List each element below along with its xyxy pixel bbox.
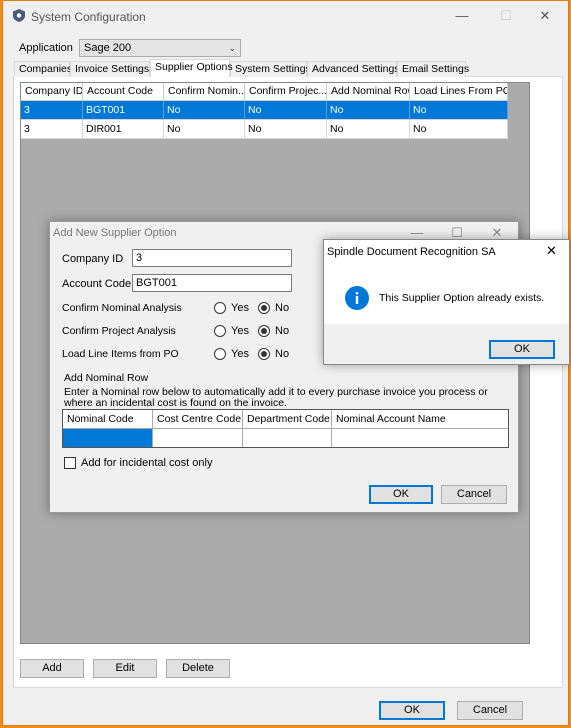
tab-companies[interactable]: Companies xyxy=(14,61,72,77)
table-cell: No xyxy=(410,120,508,139)
dialog-title: Add New Supplier Option xyxy=(53,227,177,239)
company-id-label: Company ID xyxy=(62,253,124,265)
message-title: Spindle Document Recognition SA xyxy=(327,246,496,258)
nominal-code-cell[interactable] xyxy=(63,429,153,447)
application-label: Application xyxy=(19,42,73,54)
minimize-button[interactable]: — xyxy=(440,3,484,29)
message-close-button[interactable]: ✕ xyxy=(546,243,557,259)
table-cell: No xyxy=(245,120,327,139)
account-name-cell[interactable] xyxy=(332,429,508,447)
column-header[interactable]: Company ID xyxy=(21,83,83,101)
info-icon xyxy=(345,286,369,310)
add-button[interactable]: Add xyxy=(20,659,84,678)
table-cell: No xyxy=(327,120,410,139)
window-title: System Configuration xyxy=(31,10,146,24)
department-cell[interactable] xyxy=(243,429,332,447)
table-cell: No xyxy=(410,101,508,120)
column-header[interactable]: Load Lines From PO xyxy=(410,83,508,101)
maximize-button[interactable]: ☐ xyxy=(484,3,528,29)
application-select-value: Sage 200 xyxy=(84,42,132,54)
confirm-nominal-label: Confirm Nominal Analysis xyxy=(62,302,182,314)
nominal-new-row[interactable] xyxy=(63,429,508,447)
column-header[interactable]: Cost Centre Code xyxy=(153,410,243,429)
company-id-input[interactable]: 3 xyxy=(132,249,292,267)
radio-no-label: No xyxy=(275,302,290,314)
radio-no-label: No xyxy=(275,325,290,337)
delete-button[interactable]: Delete xyxy=(166,659,230,678)
table-cell: 3 xyxy=(21,101,83,120)
ok-button[interactable]: OK xyxy=(379,701,445,720)
tab-system-settings[interactable]: System Settings xyxy=(230,61,311,77)
account-code-label: Account Code xyxy=(62,278,132,290)
system-configuration-window: System Configuration — ☐ ✕ Application S… xyxy=(2,0,570,726)
confirm-nominal-yes-radio[interactable] xyxy=(214,302,226,314)
table-cell: DIR001 xyxy=(83,120,164,139)
account-code-input[interactable]: BGT001 xyxy=(132,274,292,292)
table-cell: No xyxy=(164,120,245,139)
close-button[interactable]: ✕ xyxy=(523,3,567,29)
dialog-cancel-button[interactable]: Cancel xyxy=(441,485,507,504)
table-cell: 3 xyxy=(21,120,83,139)
tab-supplier-options[interactable]: Supplier Options xyxy=(150,59,233,77)
tab-email-settings[interactable]: Email Settings xyxy=(397,61,469,77)
table-cell: No xyxy=(327,101,410,120)
confirm-project-no-radio[interactable] xyxy=(258,325,270,337)
title-bar: System Configuration — ☐ ✕ xyxy=(3,1,568,31)
nominal-row-grid[interactable]: Nominal Code Cost Centre Code Department… xyxy=(62,409,509,448)
cost-centre-cell[interactable] xyxy=(153,429,243,447)
column-header[interactable]: Confirm Projec... xyxy=(245,83,327,101)
incidental-cost-checkbox[interactable] xyxy=(64,457,76,469)
nominal-grid-header: Nominal Code Cost Centre Code Department… xyxy=(63,410,508,429)
cancel-button[interactable]: Cancel xyxy=(457,701,523,720)
tab-advanced-settings[interactable]: Advanced Settings xyxy=(307,61,400,77)
grid-header: Company ID Account Code Confirm Nomin...… xyxy=(21,83,508,101)
table-row[interactable]: 3 BGT001 No No No No xyxy=(21,101,508,120)
edit-button[interactable]: Edit xyxy=(93,659,157,678)
incidental-cost-label: Add for incidental cost only xyxy=(81,457,213,469)
radio-yes-label: Yes xyxy=(231,348,249,360)
radio-no-label: No xyxy=(275,348,290,360)
message-ok-button[interactable]: OK xyxy=(489,340,555,359)
load-lines-yes-radio[interactable] xyxy=(214,348,226,360)
table-cell: No xyxy=(245,101,327,120)
table-cell: No xyxy=(164,101,245,120)
application-select[interactable]: Sage 200 ⌄ xyxy=(79,39,241,57)
message-text: This Supplier Option already exists. xyxy=(379,292,545,304)
column-header[interactable]: Nominal Account Name xyxy=(332,410,508,429)
dialog-ok-button[interactable]: OK xyxy=(369,485,433,504)
app-shield-icon xyxy=(13,9,25,22)
table-cell: BGT001 xyxy=(83,101,164,120)
add-nominal-row-heading: Add Nominal Row xyxy=(64,372,149,384)
confirm-project-label: Confirm Project Analysis xyxy=(62,325,176,337)
column-header[interactable]: Account Code xyxy=(83,83,164,101)
chevron-down-icon: ⌄ xyxy=(228,43,236,53)
column-header[interactable]: Department Code xyxy=(243,410,332,429)
confirm-project-yes-radio[interactable] xyxy=(214,325,226,337)
column-header[interactable]: Confirm Nomin... xyxy=(164,83,245,101)
table-row[interactable]: 3 DIR001 No No No No xyxy=(21,120,508,139)
load-lines-no-radio[interactable] xyxy=(258,348,270,360)
load-lines-label: Load Line Items from PO xyxy=(62,348,179,360)
radio-yes-label: Yes xyxy=(231,325,249,337)
confirm-nominal-no-radio[interactable] xyxy=(258,302,270,314)
column-header[interactable]: Add Nominal Row xyxy=(327,83,410,101)
column-header[interactable]: Nominal Code xyxy=(63,410,153,429)
add-nominal-description-2: where an incidental cost is found on the… xyxy=(64,397,287,409)
tab-invoice-settings[interactable]: Invoice Settings xyxy=(70,61,150,77)
radio-yes-label: Yes xyxy=(231,302,249,314)
message-box: Spindle Document Recognition SA ✕ This S… xyxy=(323,239,570,365)
